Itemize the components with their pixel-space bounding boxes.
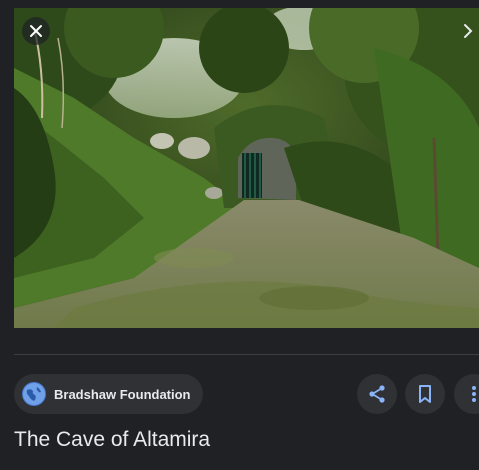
share-button[interactable] [357,374,397,414]
image-viewer-panel: Bradshaw Foundation The Cave of Altamira [0,0,479,470]
source-link-chip[interactable]: Bradshaw Foundation [14,374,203,414]
globe-icon [22,382,46,406]
more-options-button[interactable] [454,374,479,414]
share-icon [369,385,385,403]
cave-entrance-photo [14,8,479,328]
next-image-button[interactable] [463,17,479,45]
save-button[interactable] [405,374,445,414]
close-icon [30,25,42,37]
bookmark-icon [419,385,431,403]
source-name: Bradshaw Foundation [54,386,191,402]
chevron-right-icon [464,24,473,38]
more-vert-icon [472,386,476,402]
close-button[interactable] [22,17,50,45]
divider [14,354,479,355]
image-title[interactable]: The Cave of Altamira [14,428,210,452]
preview-image[interactable] [14,8,479,328]
